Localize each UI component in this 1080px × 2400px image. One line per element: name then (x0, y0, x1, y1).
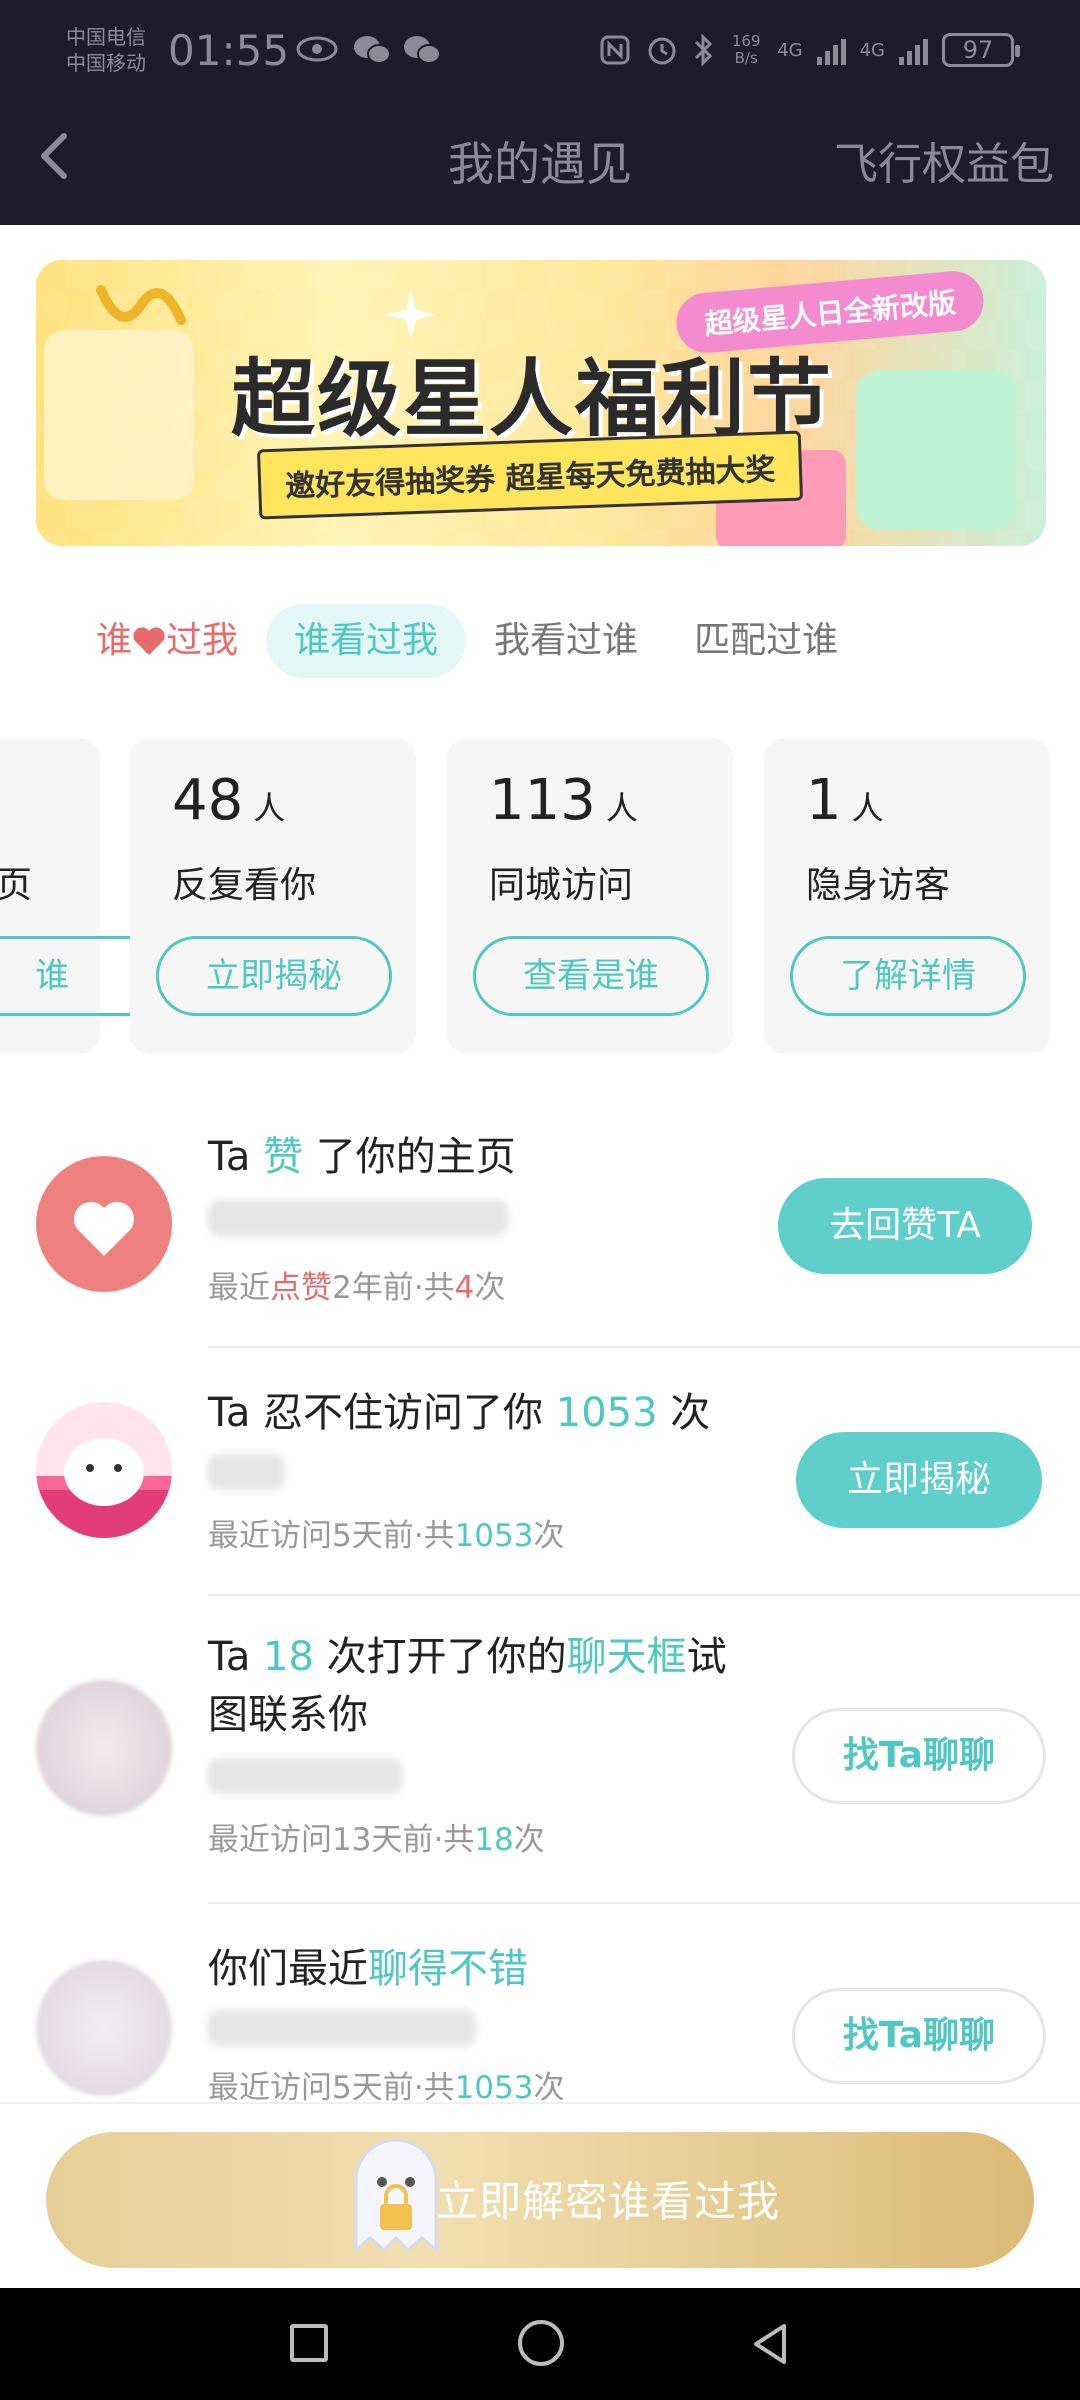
item-meta: 最近访问5天前·共1053次 (208, 1518, 565, 1554)
status-right: 169 B/s 4G 4G 97 (599, 30, 1020, 70)
chat-button[interactable]: 找Ta聊聊 (792, 1708, 1046, 1804)
blurred-avatar (36, 1680, 172, 1816)
bottom-cta-bar: 立即解密谁看过我 (0, 2102, 1080, 2288)
card-count: 113 人 (489, 768, 638, 833)
ghost-gift-avatar (36, 1402, 172, 1538)
unlock-viewers-button[interactable]: 立即解密谁看过我 (46, 2132, 1034, 2268)
list-item[interactable]: Ta 忍不住访问了你 1053 次 最近访问5天前·共1053次 立即揭秘 (0, 1348, 1080, 1596)
alarm-icon (648, 37, 676, 65)
reveal-button[interactable]: 立即揭秘 (156, 936, 392, 1016)
tab-who-liked-me[interactable]: 谁过我 (64, 604, 266, 678)
heart-icon (73, 1201, 135, 1256)
wechat-icon (354, 36, 391, 64)
signal-1-label: 4G (777, 39, 803, 61)
card-label: 页 (0, 865, 33, 906)
tab-who-viewed-me[interactable]: 谁看过我 (266, 604, 467, 678)
system-nav-bar (0, 2288, 1080, 2400)
home-icon[interactable] (518, 2320, 564, 2366)
chat-button[interactable]: 找Ta聊聊 (792, 1988, 1046, 2084)
tab-who-i-viewed[interactable]: 我看过谁 (466, 604, 666, 678)
item-title: Ta 18 次打开了你的聊天框试 图联系你 (208, 1634, 727, 1738)
card-label: 反复看你 (172, 865, 317, 906)
blurred-info (208, 1758, 402, 1794)
blurred-info (208, 1200, 508, 1236)
item-meta: 最近点赞2年前·共4次 (208, 1270, 506, 1306)
tab-who-i-matched[interactable]: 匹配过谁 (666, 604, 866, 678)
card-label: 同城访问 (489, 865, 634, 906)
back-triangle-icon[interactable] (746, 2320, 794, 2368)
carrier-labels: 中国电信 中国移动 (66, 24, 146, 76)
carrier-2: 中国移动 (66, 51, 146, 75)
net-speed: 169 B/s (731, 32, 761, 67)
see-who-button[interactable]: 查看是谁 (473, 936, 709, 1016)
cta-label: 立即解密谁看过我 (436, 2177, 781, 2226)
promo-banner[interactable]: 超级星人日全新改版 超级星人福利节 邀好友得抽奖券 超星每天免费抽大奖 (36, 260, 1046, 546)
gift-box-illustration (44, 330, 194, 500)
stat-card-partial[interactable]: 页 谁 (0, 738, 170, 1054)
eye-icon (296, 36, 338, 62)
stat-card-invisible-visitors[interactable]: 1人 隐身访客 了解详情 (764, 738, 1050, 1054)
list-item[interactable]: Ta 赞 了你的主页 最近点赞2年前·共4次 去回赞TA (0, 1130, 1080, 1348)
carrier-1: 中国电信 (66, 25, 146, 49)
stat-cards: 页 谁 48 人 反复看你 立即揭秘 113 人 同城访问 查看是谁 1人 隐身访客… (0, 738, 1080, 1054)
tab-bar: 谁过我 谁看过我 我看过谁 匹配过谁 (64, 604, 866, 678)
item-title: Ta 赞 了你的主页 (208, 1134, 516, 1180)
flight-benefits-link[interactable]: 飞行权益包 (834, 128, 1054, 192)
stat-card-same-city[interactable]: 113 人 同城访问 查看是谁 (447, 738, 733, 1054)
item-title: 你们最近聊得不错 (208, 1946, 528, 1992)
cat-illustration (856, 370, 1016, 530)
blurred-info (208, 2010, 476, 2046)
signal-bars-1 (816, 35, 846, 65)
status-time: 01:55 (168, 26, 290, 75)
list-item[interactable]: Ta 18 次打开了你的聊天框试 图联系你 最近访问13天前·共18次 找Ta聊聊 (0, 1596, 1080, 1904)
bluetooth-icon (695, 33, 713, 67)
status-bar: 中国电信 中国移动 01:55 169 B/s 4G 4G 97 (0, 20, 1080, 90)
like-back-button[interactable]: 去回赞TA (778, 1178, 1032, 1274)
stat-card-repeat-viewers[interactable]: 48 人 反复看你 立即揭秘 (130, 738, 416, 1054)
card-count: 48 人 (172, 768, 286, 833)
wechat-icon-2 (404, 36, 441, 64)
card-label: 隐身访客 (806, 865, 951, 906)
reveal-button[interactable]: 立即揭秘 (796, 1432, 1042, 1528)
blurred-info (208, 1454, 284, 1490)
blurred-avatar (36, 1960, 172, 2096)
recent-apps-icon[interactable] (290, 2324, 328, 2362)
top-bar: 中国电信 中国移动 01:55 169 B/s 4G 4G 97 我的遇见 飞行… (0, 0, 1080, 225)
like-avatar (36, 1156, 172, 1292)
item-meta: 最近访问5天前·共1053次 (208, 2070, 565, 2106)
signal-2-label: 4G (859, 39, 885, 61)
item-title: Ta 忍不住访问了你 1053 次 (208, 1390, 711, 1436)
learn-more-button[interactable]: 了解详情 (790, 936, 1026, 1016)
squiggle-decoration (96, 285, 186, 325)
heart-icon (133, 627, 165, 655)
nfc-icon (600, 35, 630, 65)
list-item[interactable]: 你们最近聊得不错 最近访问5天前·共1053次 找Ta聊聊 (0, 1904, 1080, 2106)
battery-indicator: 97 (942, 33, 1020, 67)
signal-bars-2 (899, 35, 928, 65)
item-meta: 最近访问13天前·共18次 (208, 1822, 545, 1858)
card-count: 1人 (806, 768, 884, 833)
